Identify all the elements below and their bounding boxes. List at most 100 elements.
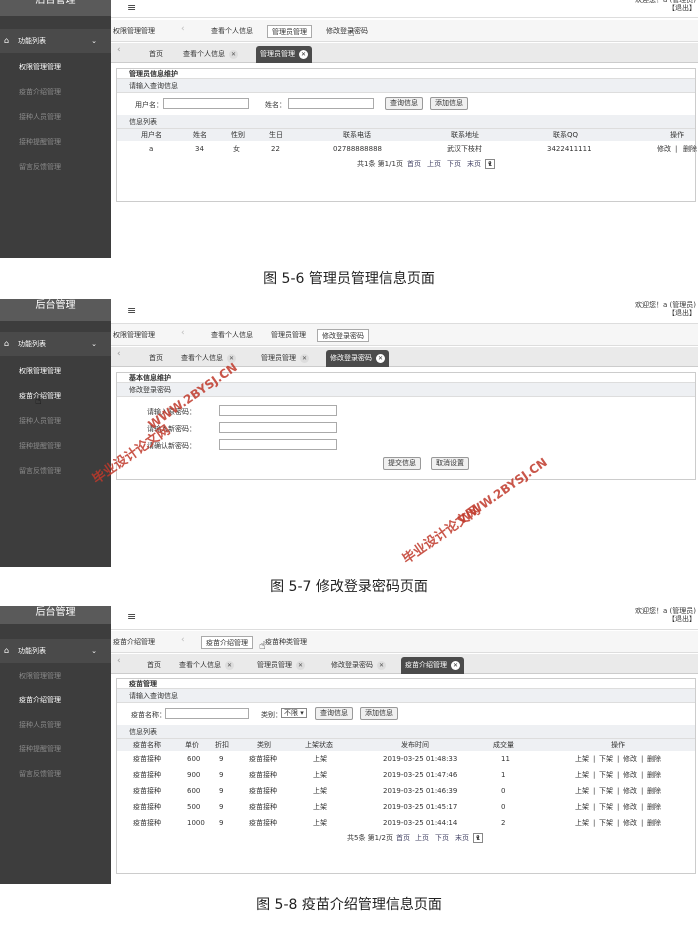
logout-link[interactable]: 【退出】 (635, 309, 696, 317)
edit-link[interactable]: 修改 (623, 767, 637, 783)
sidebar-item-recipients[interactable]: 接种人员管理 (0, 409, 111, 433)
sidebar-item-reminder[interactable]: 接种提醒管理 (0, 130, 111, 154)
type-select[interactable]: 不限 ▾ (281, 708, 307, 718)
function-list-header[interactable]: ⌂ 功能列表 ⌄ (0, 332, 111, 356)
tab-admin-management[interactable]: 管理员管理 ✕ (257, 350, 313, 367)
tab-scroll-left-icon[interactable]: ‹ (117, 45, 121, 55)
nav-vaccine-intro[interactable]: 疫苗介绍管理 (201, 636, 253, 649)
nav-change-password[interactable]: 修改登录密码 (322, 25, 372, 38)
sidebar-item-vaccine[interactable]: 疫苗介绍管理 (0, 384, 111, 408)
last-page-link[interactable]: 末页 (467, 157, 481, 171)
delete-link[interactable]: 删除 (683, 141, 697, 157)
delete-link[interactable]: 删除 (647, 751, 661, 767)
unlist-link[interactable]: 下架 (599, 783, 613, 799)
cancel-button[interactable]: 取消设置 (431, 457, 469, 470)
sidebar-item-feedback[interactable]: 留言反馈管理 (0, 155, 111, 179)
chevron-left-icon[interactable]: ‹ (181, 24, 185, 34)
confirm-password-input[interactable] (219, 439, 337, 450)
sidebar-item-recipients[interactable]: 接种人员管理 (0, 105, 111, 129)
tab-admin-management[interactable]: 管理员管理 ✕ (256, 46, 312, 63)
tab-view-profile[interactable]: 查看个人信息 ✕ (179, 46, 242, 63)
add-button[interactable]: 添加信息 (430, 97, 468, 110)
nav-view-profile[interactable]: 查看个人信息 (207, 329, 257, 342)
edit-link[interactable]: 修改 (623, 783, 637, 799)
close-icon[interactable]: ✕ (451, 661, 460, 670)
sidebar-item-reminder[interactable]: 接种提醒管理 (0, 434, 111, 458)
tab-home[interactable]: 首页 (143, 657, 165, 674)
nav-change-password[interactable]: 修改登录密码 (317, 329, 369, 342)
sidebar-item-vaccine[interactable]: 疫苗介绍管理 (0, 80, 111, 104)
breadcrumb[interactable]: 权限管理管理 (113, 25, 155, 38)
tab-change-password[interactable]: 修改登录密码 ✕ (326, 350, 389, 367)
delete-link[interactable]: 删除 (647, 783, 661, 799)
unlist-link[interactable]: 下架 (599, 767, 613, 783)
next-page-link[interactable]: 下页 (447, 157, 461, 171)
function-list-header[interactable]: ⌂ 功能列表 ⌄ (0, 29, 111, 53)
breadcrumb[interactable]: 权限管理管理 (113, 329, 155, 342)
list-link[interactable]: 上架 (575, 799, 589, 815)
unlist-link[interactable]: 下架 (599, 815, 613, 831)
sidebar-item-recipients[interactable]: 接种人员管理 (0, 713, 111, 737)
query-button[interactable]: 查询信息 (315, 707, 353, 720)
submit-button[interactable]: 提交信息 (383, 457, 421, 470)
edit-link[interactable]: 修改 (623, 751, 637, 767)
function-list-header[interactable]: ⌂ 功能列表 ⌄ (0, 639, 111, 663)
new-password-input[interactable] (219, 422, 337, 433)
close-icon[interactable]: ✕ (296, 661, 305, 670)
username-input[interactable] (163, 98, 249, 109)
list-link[interactable]: 上架 (575, 767, 589, 783)
nav-admin-management[interactable]: 管理员管理 (267, 329, 310, 342)
sidebar-item-reminder[interactable]: 接种提醒管理 (0, 737, 111, 761)
query-button[interactable]: 查询信息 (385, 97, 423, 110)
next-page-link[interactable]: 下页 (435, 831, 449, 845)
list-link[interactable]: 上架 (575, 751, 589, 767)
tab-view-profile[interactable]: 查看个人信息 ✕ (175, 657, 238, 674)
vaccine-name-input[interactable] (165, 708, 249, 719)
list-link[interactable]: 上架 (575, 783, 589, 799)
page-select[interactable]: 1 ▾ (473, 833, 483, 843)
close-icon[interactable]: ✕ (299, 50, 308, 59)
tab-change-password[interactable]: 修改登录密码 ✕ (327, 657, 390, 674)
chevron-left-icon[interactable]: ‹ (181, 328, 185, 338)
nav-view-profile[interactable]: 查看个人信息 (207, 25, 257, 38)
sidebar-item-feedback[interactable]: 留言反馈管理 (0, 762, 111, 786)
sidebar-item-vaccine[interactable]: 疫苗介绍管理 (0, 688, 111, 712)
close-icon[interactable]: ✕ (377, 661, 386, 670)
tab-scroll-left-icon[interactable]: ‹ (117, 656, 121, 666)
edit-link[interactable]: 修改 (657, 141, 671, 157)
menu-icon[interactable]: ≡ (127, 303, 136, 319)
tab-admin-management[interactable]: 管理员管理 ✕ (253, 657, 309, 674)
prev-page-link[interactable]: 上页 (427, 157, 441, 171)
name-input[interactable] (288, 98, 374, 109)
old-password-input[interactable] (219, 405, 337, 416)
close-icon[interactable]: ✕ (225, 661, 234, 670)
delete-link[interactable]: 删除 (647, 815, 661, 831)
edit-link[interactable]: 修改 (623, 815, 637, 831)
first-page-link[interactable]: 首页 (396, 831, 410, 845)
add-button[interactable]: 添加信息 (360, 707, 398, 720)
tab-home[interactable]: 首页 (145, 350, 167, 367)
last-page-link[interactable]: 末页 (455, 831, 469, 845)
unlist-link[interactable]: 下架 (599, 799, 613, 815)
logout-link[interactable]: 【退出】 (635, 4, 696, 12)
delete-link[interactable]: 删除 (647, 767, 661, 783)
edit-link[interactable]: 修改 (623, 799, 637, 815)
delete-link[interactable]: 删除 (647, 799, 661, 815)
logout-link[interactable]: 【退出】 (635, 615, 696, 623)
sidebar-item-permission[interactable]: 权限管理管理 (0, 664, 111, 688)
unlist-link[interactable]: 下架 (599, 751, 613, 767)
menu-icon[interactable]: ≡ (127, 609, 136, 625)
breadcrumb[interactable]: 疫苗介绍管理 (113, 636, 155, 649)
close-icon[interactable]: ✕ (376, 354, 385, 363)
tab-scroll-left-icon[interactable]: ‹ (117, 349, 121, 359)
sidebar-item-permission[interactable]: 权限管理管理 (0, 55, 111, 79)
list-link[interactable]: 上架 (575, 815, 589, 831)
menu-icon[interactable]: ≡ (127, 0, 136, 16)
nav-vaccine-types[interactable]: 疫苗种类管理 (261, 636, 311, 649)
prev-page-link[interactable]: 上页 (415, 831, 429, 845)
first-page-link[interactable]: 首页 (407, 157, 421, 171)
page-select[interactable]: 1 ▾ (485, 159, 495, 169)
sidebar-item-permission[interactable]: 权限管理管理 (0, 359, 111, 383)
tab-vaccine-intro[interactable]: 疫苗介绍管理 ✕ (401, 657, 464, 674)
close-icon[interactable]: ✕ (229, 50, 238, 59)
